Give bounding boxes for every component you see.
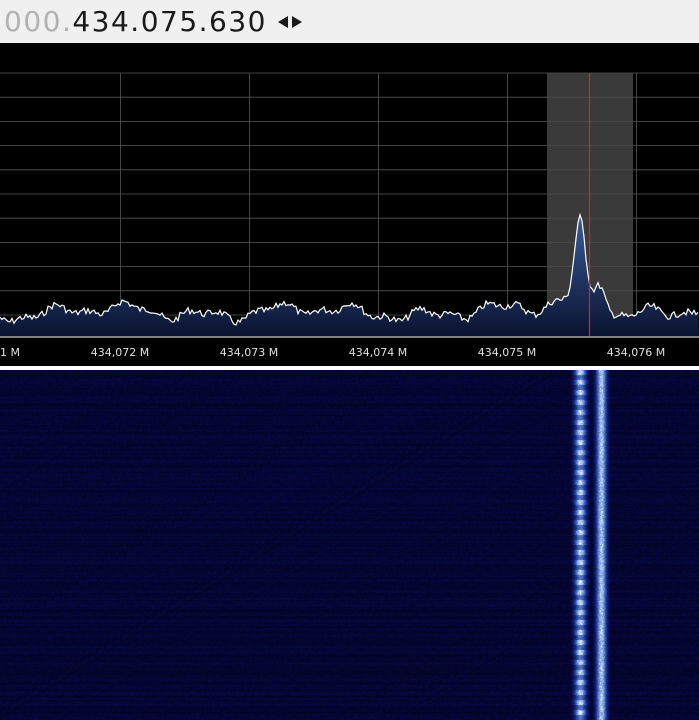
arrow-left-icon[interactable] [277, 15, 289, 29]
waterfall-display[interactable] [0, 370, 699, 720]
spectrum-plot[interactable]: 1 M 434,072 M 434,073 M 434,074 M 434,07… [0, 43, 699, 366]
sdr-receiver-window: 000.434.075.630 1 M 434,072 M 434,073 M … [0, 0, 699, 720]
freq-axis-label: 434,072 M [91, 346, 149, 359]
arrow-right-icon[interactable] [291, 15, 303, 29]
frequency-value[interactable]: 434.075.630 [72, 5, 267, 38]
frequency-prefix[interactable]: 000. [4, 5, 72, 38]
left-right-arrows-icon[interactable] [277, 15, 303, 29]
freq-axis-label: 434,073 M [220, 346, 278, 359]
spectrum-svg[interactable]: 1 M 434,072 M 434,073 M 434,074 M 434,07… [0, 43, 699, 366]
freq-axis-label: 434,076 M [607, 346, 665, 359]
frequency-display[interactable]: 000.434.075.630 [4, 5, 267, 38]
frequency-bar: 000.434.075.630 [0, 0, 699, 43]
frequency-axis: 1 M 434,072 M 434,073 M 434,074 M 434,07… [0, 346, 665, 359]
freq-axis-label: 434,075 M [478, 346, 536, 359]
freq-axis-label: 434,074 M [349, 346, 407, 359]
freq-axis-label: 1 M [0, 346, 20, 359]
waterfall-canvas[interactable] [0, 370, 699, 720]
